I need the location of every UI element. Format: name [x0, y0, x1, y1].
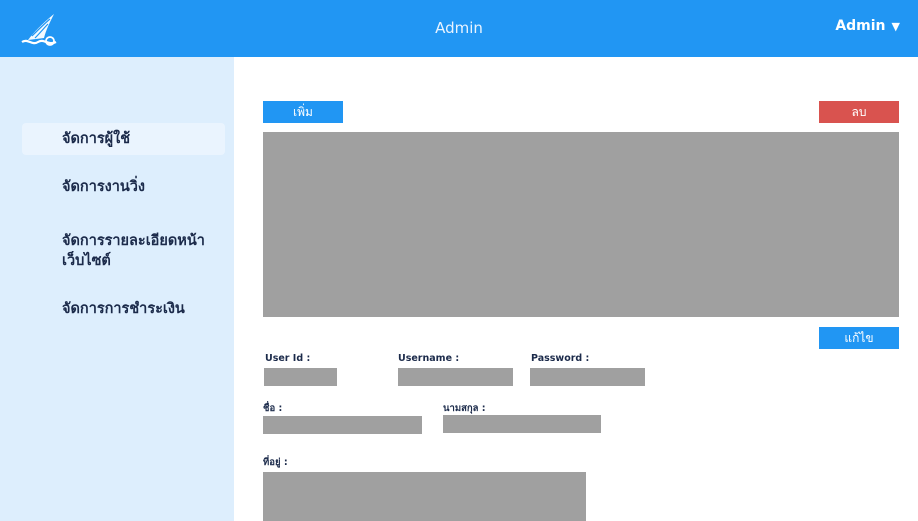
page-title: Admin — [435, 19, 483, 37]
first-name-field[interactable] — [263, 416, 422, 434]
sidebar-item-label: จัดการผู้ใช้ — [62, 131, 131, 147]
sidebar-item-manage-races[interactable]: จัดการงานวิ่ง — [22, 177, 225, 197]
last-name-label: นามสกุล : — [443, 403, 486, 414]
first-name-label: ชื่อ : — [263, 403, 283, 414]
delete-button[interactable]: ลบ — [819, 101, 899, 123]
user-menu-dropdown[interactable]: Admin ▼ — [835, 18, 900, 34]
sidebar-item-manage-users[interactable]: จัดการผู้ใช้ — [22, 123, 225, 155]
username-label: Username : — [398, 353, 460, 364]
password-field[interactable] — [530, 368, 645, 386]
sidebar-item-label: จัดการงานวิ่ง — [62, 179, 145, 195]
top-bar: Admin Admin ▼ — [0, 0, 918, 57]
address-label: ที่อยู่ : — [263, 457, 288, 468]
users-table-panel[interactable] — [263, 132, 899, 317]
sidebar-item-label: จัดการการชำระเงิน — [62, 301, 185, 317]
sidebar: จัดการผู้ใช้ จัดการงานวิ่ง จัดการรายละเอ… — [0, 57, 234, 521]
sidebar-item-manage-payments[interactable]: จัดการการชำระเงิน — [22, 299, 225, 319]
user-id-label: User Id : — [265, 353, 311, 364]
caret-down-icon: ▼ — [891, 19, 900, 33]
sidebar-item-manage-website-details[interactable]: จัดการรายละเอียดหน้าเว็บไซต์ — [22, 231, 212, 271]
address-field[interactable] — [263, 472, 586, 521]
sidebar-item-label: จัดการรายละเอียดหน้าเว็บไซต์ — [62, 233, 205, 269]
password-label: Password : — [531, 353, 590, 364]
user-id-field[interactable] — [264, 368, 337, 386]
username-field[interactable] — [398, 368, 513, 386]
last-name-field[interactable] — [443, 415, 601, 433]
user-menu-label: Admin — [835, 18, 886, 34]
edit-button[interactable]: แก้ไข — [819, 327, 899, 349]
add-button[interactable]: เพิ่ม — [263, 101, 343, 123]
